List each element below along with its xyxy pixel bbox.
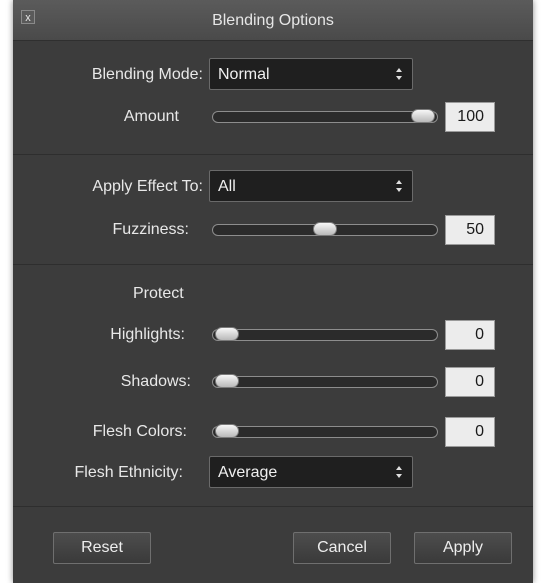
blending-mode-select[interactable]: Normal xyxy=(209,58,413,90)
slider-thumb[interactable] xyxy=(215,424,239,438)
blending-mode-label: Blending Mode: xyxy=(91,66,203,83)
blending-options-dialog: x Blending Options Blending Mode: Normal… xyxy=(13,0,533,583)
shadows-label: Shadows: xyxy=(120,373,191,390)
fuzziness-value[interactable]: 50 xyxy=(445,215,495,245)
slider-thumb[interactable] xyxy=(215,374,239,388)
fuzziness-slider[interactable] xyxy=(212,222,438,236)
flesh-colors-label: Flesh Colors: xyxy=(92,423,187,440)
cancel-button[interactable]: Cancel xyxy=(293,532,391,564)
flesh-colors-value[interactable]: 0 xyxy=(445,417,495,447)
shadows-value[interactable]: 0 xyxy=(445,367,495,397)
section-divider xyxy=(13,506,533,507)
section-divider xyxy=(13,264,533,265)
slider-thumb[interactable] xyxy=(215,327,239,341)
highlights-value[interactable]: 0 xyxy=(445,320,495,350)
flesh-colors-slider[interactable] xyxy=(212,424,438,438)
flesh-ethnicity-select[interactable]: Average xyxy=(209,456,413,488)
fuzziness-label: Fuzziness: xyxy=(112,221,189,238)
section-divider xyxy=(13,154,533,155)
reset-button[interactable]: Reset xyxy=(53,532,151,564)
amount-label: Amount xyxy=(123,108,179,125)
updown-arrows-icon xyxy=(396,68,402,80)
amount-value[interactable]: 100 xyxy=(445,102,495,132)
flesh-ethnicity-value: Average xyxy=(218,464,278,481)
protect-heading: Protect xyxy=(133,285,184,302)
dialog-title: Blending Options xyxy=(212,12,334,29)
slider-thumb[interactable] xyxy=(411,109,435,123)
apply-button[interactable]: Apply xyxy=(414,532,512,564)
highlights-label: Highlights: xyxy=(110,326,185,343)
slider-thumb[interactable] xyxy=(313,222,337,236)
flesh-ethnicity-label: Flesh Ethnicity: xyxy=(74,464,183,481)
shadows-slider[interactable] xyxy=(212,374,438,388)
apply-effect-to-value: All xyxy=(218,178,236,195)
updown-arrows-icon xyxy=(396,466,402,478)
title-bar: x Blending Options xyxy=(13,0,533,41)
blending-mode-value: Normal xyxy=(218,66,270,83)
highlights-slider[interactable] xyxy=(212,327,438,341)
amount-slider[interactable] xyxy=(212,109,438,123)
apply-effect-to-select[interactable]: All xyxy=(209,170,413,202)
updown-arrows-icon xyxy=(396,180,402,192)
apply-effect-to-label: Apply Effect To: xyxy=(92,178,203,195)
